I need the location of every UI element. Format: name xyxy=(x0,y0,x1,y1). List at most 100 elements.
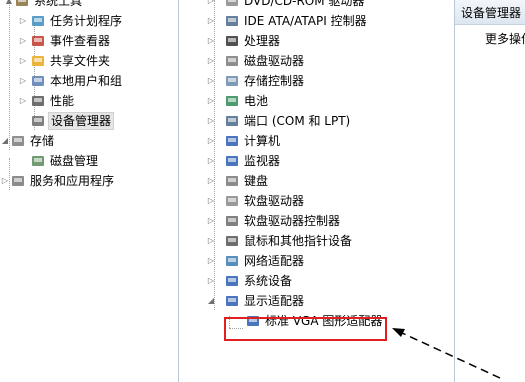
expand-arrow-icon[interactable]: ▷ xyxy=(206,92,216,110)
device-category[interactable]: ▷ IDE ATA/ATAPI 控制器 xyxy=(179,12,454,30)
expand-arrow-icon[interactable]: ▷ xyxy=(206,52,216,70)
tree-item[interactable]: ▷ 服务和应用程序 xyxy=(0,172,178,190)
device-label: 显示适配器 xyxy=(244,294,305,308)
device-category[interactable]: ▷ DVD/CD-ROM 驱动器 xyxy=(179,0,454,10)
device-category[interactable]: ▷ 软盘驱动器控制器 xyxy=(179,212,454,230)
expand-arrow-icon[interactable]: ▷ xyxy=(206,32,216,50)
mouse-icon xyxy=(224,233,240,249)
tree-item[interactable]: ▷ 事件查看器 xyxy=(0,32,178,50)
floppy-drive-icon xyxy=(224,193,240,209)
more-actions-link[interactable]: 更多操作 xyxy=(485,30,525,47)
device-category[interactable]: ▷ 计算机 xyxy=(179,132,454,150)
port-icon xyxy=(224,113,240,129)
expand-arrow-icon[interactable]: ▷ xyxy=(18,92,28,110)
battery-icon xyxy=(224,93,240,109)
tree-item[interactable]: 设备管理器 xyxy=(0,112,178,130)
expand-arrow-icon[interactable]: ▷ xyxy=(206,252,216,270)
tree-item-label: 本地用户和组 xyxy=(50,74,123,88)
tree-item[interactable]: 磁盘管理 xyxy=(0,152,178,170)
expand-arrow-icon[interactable]: ▷ xyxy=(18,32,28,50)
shared-folder-icon xyxy=(30,53,46,69)
tree-item-label: 设备管理器 xyxy=(48,112,115,130)
device-label: 端口 (COM 和 LPT) xyxy=(244,114,351,128)
expand-arrow-icon[interactable]: ▷ xyxy=(206,152,216,170)
device-label: IDE ATA/ATAPI 控制器 xyxy=(244,14,367,28)
expand-arrow-icon[interactable]: ▷ xyxy=(206,0,216,10)
tree-item-label: 存储 xyxy=(30,134,55,148)
tree-item-label: 服务和应用程序 xyxy=(30,174,115,188)
collapse-arrow-icon[interactable]: ◢ xyxy=(0,132,10,150)
device-category[interactable]: ▷ 电池 xyxy=(179,92,454,110)
expand-arrow-icon[interactable]: ▷ xyxy=(18,72,28,90)
tree-item[interactable]: ▷ 本地用户和组 xyxy=(0,72,178,90)
device-category[interactable]: ▷ 处理器 xyxy=(179,32,454,50)
expand-arrow-icon[interactable]: ▷ xyxy=(18,12,28,30)
device-category[interactable]: ▷ 网络适配器 xyxy=(179,252,454,270)
device-category[interactable]: ▷ 监视器 xyxy=(179,152,454,170)
collapse-arrow-icon[interactable]: ◢ xyxy=(206,292,216,310)
actions-header-label: 设备管理器 xyxy=(461,6,522,20)
collapse-arrow-icon[interactable]: ▲ xyxy=(4,0,14,10)
actions-header: 设备管理器 xyxy=(455,0,525,25)
network-adapter-icon xyxy=(224,253,240,269)
console-tree-pane: ▲ 系统工具 ▷ 任务计划程序 ▷ 事件查看器 ▷ 共享文件夹 ▷ 本地用户和组 ▷ 性能设备管理器 ◢… xyxy=(0,0,178,382)
expand-arrow-icon[interactable]: ▷ xyxy=(206,132,216,150)
tree-item[interactable]: ▲ 系统工具 xyxy=(0,0,178,10)
device-label: 计算机 xyxy=(244,134,281,148)
tree-item-label: 磁盘管理 xyxy=(50,154,99,168)
expand-arrow-icon[interactable]: ▷ xyxy=(18,52,28,70)
computer-icon xyxy=(224,133,240,149)
tree-item[interactable]: ◢ 存储 xyxy=(0,132,178,150)
floppy-controller-icon xyxy=(224,213,240,229)
expand-arrow-icon[interactable]: ▷ xyxy=(206,72,216,90)
device-category[interactable]: ▷ 磁盘驱动器 xyxy=(179,52,454,70)
expand-arrow-icon[interactable]: ▷ xyxy=(206,232,216,250)
storage-controller-icon xyxy=(224,73,240,89)
users-icon xyxy=(30,73,46,89)
device-label: 网络适配器 xyxy=(244,254,305,268)
storage-icon xyxy=(10,133,26,149)
device-label: 键盘 xyxy=(244,174,269,188)
clock-icon xyxy=(30,13,46,29)
device-label: 电池 xyxy=(244,94,269,108)
tree-item-label: 共享文件夹 xyxy=(50,54,111,68)
device-category[interactable]: ▷ 键盘 xyxy=(179,172,454,190)
expand-arrow-icon[interactable]: ▷ xyxy=(206,12,216,30)
device-label: 磁盘驱动器 xyxy=(244,54,305,68)
device-label: 软盘驱动器控制器 xyxy=(244,214,341,228)
performance-icon xyxy=(30,93,46,109)
device-label: 软盘驱动器 xyxy=(244,194,305,208)
device-category[interactable]: ▷ 存储控制器 xyxy=(179,72,454,90)
disk-management-icon xyxy=(30,153,46,169)
device-label: 监视器 xyxy=(244,154,281,168)
tree-item-label: 事件查看器 xyxy=(50,34,111,48)
tree-item[interactable]: ▷ 任务计划程序 xyxy=(0,12,178,30)
device-label: 处理器 xyxy=(244,34,281,48)
device-label: DVD/CD-ROM 驱动器 xyxy=(244,0,365,8)
device-category[interactable]: ▷ 软盘驱动器 xyxy=(179,192,454,210)
device-category[interactable]: ▷ 系统设备 xyxy=(179,272,454,290)
tree-item[interactable]: ▷ 性能 xyxy=(0,92,178,110)
device-manager-icon xyxy=(30,113,46,129)
device-label: 鼠标和其他指针设备 xyxy=(244,234,353,248)
dvd-icon xyxy=(224,0,240,9)
disk-drive-icon xyxy=(224,53,240,69)
expand-arrow-icon[interactable]: ▷ xyxy=(206,272,216,290)
ide-icon xyxy=(224,13,240,29)
keyboard-icon xyxy=(224,173,240,189)
tree-item-label: 系统工具 xyxy=(34,0,83,8)
processor-icon xyxy=(224,33,240,49)
expand-arrow-icon[interactable]: ▷ xyxy=(0,172,10,190)
expand-arrow-icon[interactable]: ▷ xyxy=(206,112,216,130)
actions-pane: 设备管理器 更多操作 xyxy=(455,0,525,382)
device-category[interactable]: ▷ 端口 (COM 和 LPT) xyxy=(179,112,454,130)
expand-arrow-icon[interactable]: ▷ xyxy=(206,212,216,230)
tree-item-label: 任务计划程序 xyxy=(50,14,123,28)
tree-item[interactable]: ▷ 共享文件夹 xyxy=(0,52,178,70)
device-label: 存储控制器 xyxy=(244,74,305,88)
device-category[interactable]: ◢ 显示适配器 xyxy=(179,292,454,310)
highlight-box xyxy=(224,317,387,341)
expand-arrow-icon[interactable]: ▷ xyxy=(206,172,216,190)
expand-arrow-icon[interactable]: ▷ xyxy=(206,192,216,210)
device-category[interactable]: ▷ 鼠标和其他指针设备 xyxy=(179,232,454,250)
